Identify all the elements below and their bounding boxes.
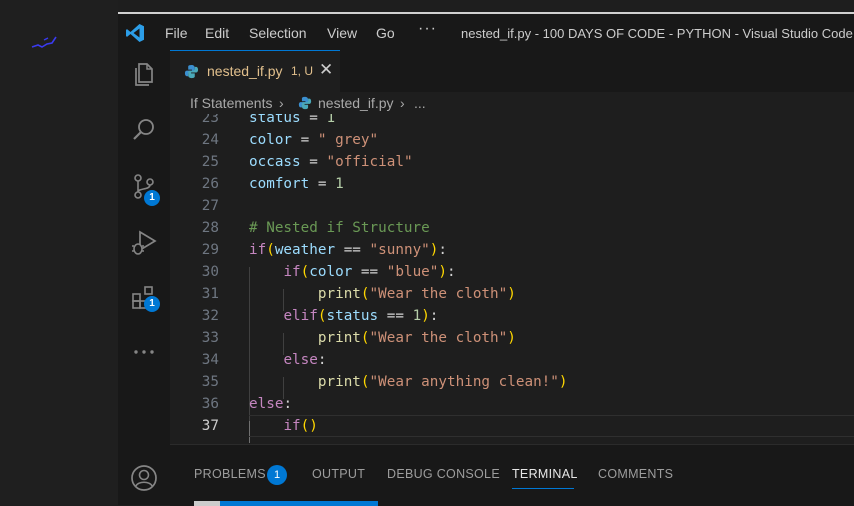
- close-icon[interactable]: ✕: [319, 60, 333, 80]
- title-bar: File Edit Selection View Go ··· nested_i…: [118, 14, 854, 50]
- menu-view[interactable]: View: [327, 25, 357, 41]
- search-icon[interactable]: [130, 116, 158, 144]
- code-line[interactable]: 34 else:: [170, 349, 854, 371]
- editor-tab-bar: nested_if.py 1, U ✕: [170, 50, 854, 92]
- line-number: 34: [201, 352, 219, 368]
- menu-go[interactable]: Go: [376, 25, 395, 41]
- line-number: 24: [201, 132, 219, 148]
- tab-output[interactable]: OUTPUT: [312, 467, 365, 481]
- more-icon[interactable]: [130, 338, 158, 366]
- code-text: status = 1: [249, 114, 336, 126]
- code-text: print("Wear the cloth"): [317, 286, 516, 302]
- code-line[interactable]: 24 color = " grey": [170, 129, 854, 151]
- code-line[interactable]: 37 if(): [170, 415, 854, 437]
- code-text: else:: [249, 396, 293, 412]
- menu-more-icon[interactable]: ···: [418, 20, 437, 38]
- problems-count-badge: 1: [267, 465, 287, 485]
- code-line[interactable]: 36 else:: [170, 393, 854, 415]
- tab-nested-if[interactable]: nested_if.py 1, U ✕: [170, 50, 340, 92]
- source-control-badge: 1: [144, 190, 160, 206]
- code-editor[interactable]: 23 status = 1 24 color = " grey" 25 occass = …: [170, 114, 854, 444]
- line-number: 25: [201, 154, 219, 170]
- tab-status: 1, U: [291, 64, 314, 78]
- code-text: # Nested if Structure: [249, 220, 430, 236]
- code-line[interactable]: 27: [170, 195, 854, 217]
- code-line[interactable]: 26 comfort = 1: [170, 173, 854, 195]
- line-number: 33: [201, 330, 219, 346]
- menu-file[interactable]: File: [165, 25, 188, 41]
- breadcrumb-folder[interactable]: If Statements: [190, 95, 272, 111]
- code-line[interactable]: 32 elif(status == 1):: [170, 305, 854, 327]
- tab-terminal[interactable]: TERMINAL: [512, 467, 578, 481]
- tab-debug-console[interactable]: DEBUG CONSOLE: [387, 467, 500, 481]
- code-text: print("Wear the cloth"): [317, 330, 516, 346]
- account-icon[interactable]: [130, 464, 158, 492]
- line-number: 37: [201, 418, 219, 434]
- vscode-logo-icon[interactable]: [125, 23, 145, 43]
- line-number: 36: [201, 396, 219, 412]
- code-line[interactable]: 28 # Nested if Structure: [170, 217, 854, 239]
- line-number: 23: [201, 114, 219, 126]
- tab-comments[interactable]: COMMENTS: [598, 467, 673, 481]
- explorer-icon[interactable]: [130, 60, 158, 88]
- code-line[interactable]: 31 print("Wear the cloth"): [170, 283, 854, 305]
- breadcrumb-ellipsis[interactable]: ...: [414, 95, 426, 111]
- vscode-window: File Edit Selection View Go ··· nested_i…: [118, 12, 854, 506]
- line-number: 29: [201, 242, 219, 258]
- breadcrumb: If Statements › nested_if.py › ...: [170, 92, 854, 114]
- code-line[interactable]: 35 print("Wear anything clean!"): [170, 371, 854, 393]
- code-text: elif(status == 1):: [283, 308, 439, 324]
- line-number: 27: [201, 198, 219, 214]
- code-text: comfort = 1: [249, 176, 344, 192]
- tab-filename: nested_if.py: [207, 63, 283, 79]
- menu-edit[interactable]: Edit: [205, 25, 229, 41]
- terminal-content: [194, 501, 378, 506]
- code-text: if(weather == "sunny"):: [249, 242, 448, 258]
- code-text: color = " grey": [249, 132, 379, 148]
- code-line[interactable]: 25 occass = "official": [170, 151, 854, 173]
- code-line[interactable]: 33 print("Wear the cloth"): [170, 327, 854, 349]
- code-text: print("Wear anything clean!"): [317, 374, 568, 390]
- line-number: 28: [201, 220, 219, 236]
- current-line-highlight: [249, 415, 854, 437]
- line-number: 26: [201, 176, 219, 192]
- python-file-icon: [184, 64, 199, 79]
- bottom-panel: PROBLEMS 1 OUTPUT DEBUG CONSOLE TERMINAL…: [170, 444, 854, 506]
- code-text: else:: [283, 352, 327, 368]
- desktop-background: [0, 0, 118, 505]
- code-text: occass = "official": [249, 154, 413, 170]
- code-line[interactable]: 30 if(color == "blue"):: [170, 261, 854, 283]
- run-debug-icon[interactable]: [130, 228, 158, 256]
- code-text: if(): [283, 418, 318, 434]
- line-number: 35: [201, 374, 219, 390]
- extensions-badge: 1: [144, 296, 160, 312]
- line-number: 31: [201, 286, 219, 302]
- desktop-scribble: [31, 36, 57, 48]
- terminal-content: [194, 501, 220, 506]
- activity-bar: 1 1: [118, 50, 170, 505]
- window-title: nested_if.py - 100 DAYS OF CODE - PYTHON…: [461, 26, 853, 41]
- menu-selection[interactable]: Selection: [249, 25, 307, 41]
- active-tab-indicator: [512, 488, 574, 489]
- chevron-right-icon: ›: [279, 95, 284, 111]
- line-number: 30: [201, 264, 219, 280]
- code-text: if(color == "blue"):: [283, 264, 456, 280]
- line-number: 32: [201, 308, 219, 324]
- python-file-icon: [298, 96, 312, 110]
- tab-problems[interactable]: PROBLEMS: [194, 467, 266, 481]
- breadcrumb-file[interactable]: nested_if.py: [318, 95, 394, 111]
- chevron-right-icon: ›: [400, 95, 405, 111]
- code-line[interactable]: 29 if(weather == "sunny"):: [170, 239, 854, 261]
- code-line[interactable]: 23 status = 1: [170, 114, 854, 129]
